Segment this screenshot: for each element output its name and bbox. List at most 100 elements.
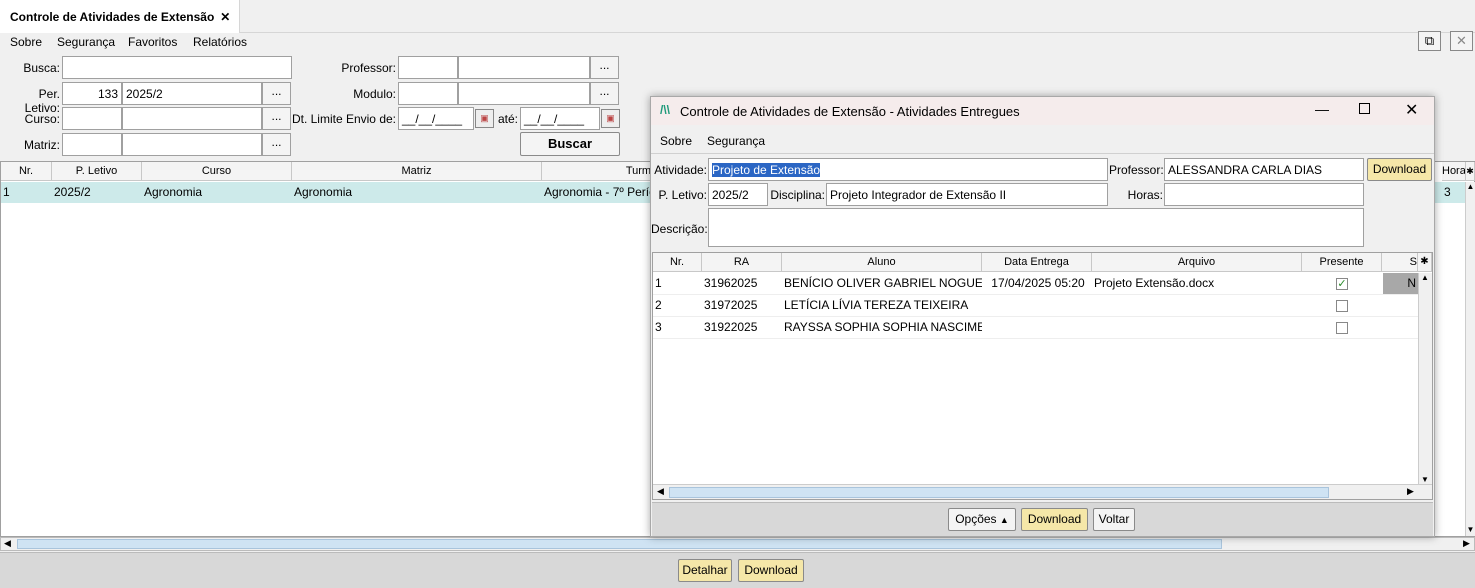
col-data-entrega[interactable]: Data Entrega bbox=[982, 253, 1092, 272]
menu-seguranca[interactable]: Segurança bbox=[57, 35, 115, 49]
col-nr[interactable]: Nr. bbox=[653, 253, 702, 272]
scroll-down-icon[interactable]: ▼ bbox=[1421, 475, 1429, 484]
atividade-input[interactable]: Projeto de Extensão bbox=[708, 158, 1108, 181]
minimize-icon[interactable]: — bbox=[1315, 101, 1329, 117]
col-hora[interactable]: Hora bbox=[1442, 162, 1466, 181]
horizontal-scrollbar[interactable]: ◀ ▶ bbox=[653, 484, 1432, 499]
dialog-professor-label: Professor: bbox=[1109, 163, 1164, 177]
matriz-input[interactable] bbox=[122, 133, 262, 156]
modulo-input[interactable] bbox=[458, 82, 590, 105]
descricao-textarea[interactable] bbox=[708, 208, 1364, 247]
close-icon[interactable]: ✕ bbox=[1450, 31, 1473, 51]
professor-label: Professor: bbox=[341, 61, 396, 75]
date-to-input[interactable]: __/__/____ bbox=[520, 107, 600, 130]
col-letivo[interactable]: P. Letivo bbox=[52, 162, 142, 181]
tab-close-icon[interactable]: ✕ bbox=[220, 10, 230, 24]
cell-curso: Agronomia bbox=[144, 185, 203, 199]
scroll-down-icon[interactable]: ▼ bbox=[1466, 525, 1475, 534]
calendar-icon[interactable]: ▣ bbox=[601, 109, 620, 128]
grid-settings-icon[interactable]: ✱ bbox=[1418, 253, 1432, 272]
curso-lookup-button[interactable]: ... bbox=[262, 107, 291, 130]
dialog-letivo-label: P. Letivo: bbox=[658, 188, 707, 202]
dialog-menu-seguranca[interactable]: Segurança bbox=[707, 134, 765, 148]
cell-letivo: 2025/2 bbox=[54, 185, 91, 199]
scroll-up-icon[interactable]: ▲ bbox=[1421, 273, 1429, 282]
col-aluno[interactable]: Aluno bbox=[782, 253, 982, 272]
calendar-icon[interactable]: ▣ bbox=[475, 109, 494, 128]
modulo-lookup-button[interactable]: ... bbox=[590, 82, 619, 105]
table-row[interactable]: 2 31972025 LETÍCIA LÍVIA TEREZA TEIXEIRA bbox=[653, 295, 1418, 317]
scroll-thumb[interactable] bbox=[669, 487, 1329, 498]
vertical-scrollbar[interactable]: ▲ ▼ bbox=[1418, 273, 1432, 484]
per-letivo-lookup-button[interactable]: ... bbox=[262, 82, 291, 105]
scroll-right-icon[interactable]: ▶ bbox=[1407, 486, 1414, 497]
dialog-professor-input[interactable]: ALESSANDRA CARLA DIAS bbox=[1164, 158, 1364, 181]
dialog-download-button[interactable]: Download bbox=[1021, 508, 1088, 531]
cell-ra: 31922025 bbox=[704, 320, 758, 334]
modulo-code[interactable] bbox=[398, 82, 458, 105]
presente-checkbox[interactable] bbox=[1336, 322, 1348, 334]
cell-aluno: RAYSSA SOPHIA SOPHIA NASCIME... bbox=[784, 320, 982, 334]
col-arquivo[interactable]: Arquivo bbox=[1092, 253, 1302, 272]
cell-ra: 31962025 bbox=[704, 276, 758, 290]
vertical-scrollbar[interactable]: ▲ ▼ bbox=[1465, 182, 1475, 536]
scroll-up-icon[interactable]: ▲ bbox=[1466, 182, 1475, 191]
matriz-code[interactable] bbox=[62, 133, 122, 156]
horas-label: Horas: bbox=[1127, 188, 1163, 202]
scroll-left-icon[interactable]: ◀ bbox=[657, 486, 664, 497]
detalhar-button[interactable]: Detalhar bbox=[678, 559, 732, 582]
dialog-download-top-button[interactable]: Download bbox=[1367, 158, 1432, 181]
menu-relatorios[interactable]: Relatórios bbox=[193, 35, 247, 49]
descricao-label: Descrição: bbox=[651, 222, 708, 236]
cell-nr: 2 bbox=[655, 298, 662, 312]
menu-sobre[interactable]: Sobre bbox=[10, 35, 42, 49]
scroll-right-icon[interactable]: ▶ bbox=[1463, 538, 1470, 549]
col-nr[interactable]: Nr. bbox=[1, 162, 52, 181]
opcoes-button[interactable]: Opções ▲ bbox=[948, 508, 1016, 531]
dialog-title: Controle de Atividades de Extensão - Ati… bbox=[680, 104, 1020, 119]
menu-favoritos[interactable]: Favoritos bbox=[128, 35, 177, 49]
col-s[interactable]: S bbox=[1382, 253, 1418, 272]
grid-settings-icon[interactable]: ✱ bbox=[1466, 162, 1475, 181]
horizontal-scrollbar[interactable]: ◀ ▶ bbox=[0, 537, 1475, 551]
cell-aluno: BENÍCIO OLIVER GABRIEL NOGUEIRA bbox=[784, 276, 982, 290]
maximize-icon[interactable] bbox=[1359, 103, 1370, 114]
table-row[interactable]: 3 31922025 RAYSSA SOPHIA SOPHIA NASCIME.… bbox=[653, 317, 1418, 339]
cell-arquivo: Projeto Extensão.docx bbox=[1094, 276, 1215, 290]
scroll-left-icon[interactable]: ◀ bbox=[4, 538, 11, 549]
professor-lookup-button[interactable]: ... bbox=[590, 56, 619, 79]
matriz-lookup-button[interactable]: ... bbox=[262, 133, 291, 156]
col-ra[interactable]: RA bbox=[702, 253, 782, 272]
dialog-close-icon[interactable]: ✕ bbox=[1405, 100, 1418, 120]
atividade-selected-text: Projeto de Extensão bbox=[712, 163, 821, 177]
table-row[interactable]: 1 31962025 BENÍCIO OLIVER GABRIEL NOGUEI… bbox=[653, 273, 1418, 295]
busca-input[interactable] bbox=[62, 56, 292, 79]
dialog-letivo-input[interactable]: 2025/2 bbox=[708, 183, 768, 206]
popout-icon[interactable]: ⧉ bbox=[1418, 31, 1441, 51]
curso-input[interactable] bbox=[122, 107, 262, 130]
presente-checkbox[interactable]: ✓ bbox=[1336, 278, 1348, 290]
download-button[interactable]: Download bbox=[738, 559, 804, 582]
cell-aluno: LETÍCIA LÍVIA TEREZA TEIXEIRA bbox=[784, 298, 969, 312]
col-matriz[interactable]: Matriz bbox=[292, 162, 542, 181]
cell-nr: 1 bbox=[3, 185, 10, 199]
per-letivo-input[interactable]: 2025/2 bbox=[122, 82, 262, 105]
professor-code[interactable] bbox=[398, 56, 458, 79]
app-logo-icon: /\\ bbox=[660, 103, 671, 117]
atividades-entregues-dialog: /\\ Controle de Atividades de Extensão -… bbox=[650, 96, 1435, 537]
dialog-menu-sobre[interactable]: Sobre bbox=[660, 134, 692, 148]
voltar-button[interactable]: Voltar bbox=[1093, 508, 1135, 531]
curso-code[interactable] bbox=[62, 107, 122, 130]
col-curso[interactable]: Curso bbox=[142, 162, 292, 181]
disciplina-input[interactable]: Projeto Integrador de Extensão II bbox=[826, 183, 1108, 206]
scroll-thumb[interactable] bbox=[17, 539, 1222, 549]
date-from-input[interactable]: __/__/____ bbox=[398, 107, 474, 130]
presente-checkbox[interactable] bbox=[1336, 300, 1348, 312]
per-letivo-code[interactable]: 133 bbox=[62, 82, 122, 105]
horas-input[interactable] bbox=[1164, 183, 1364, 206]
tab-main[interactable]: Controle de Atividades de Extensão ✕ bbox=[0, 0, 240, 33]
professor-input[interactable] bbox=[458, 56, 590, 79]
buscar-button[interactable]: Buscar bbox=[520, 132, 620, 156]
caret-up-icon: ▲ bbox=[999, 515, 1009, 525]
col-presente[interactable]: Presente bbox=[1302, 253, 1382, 272]
